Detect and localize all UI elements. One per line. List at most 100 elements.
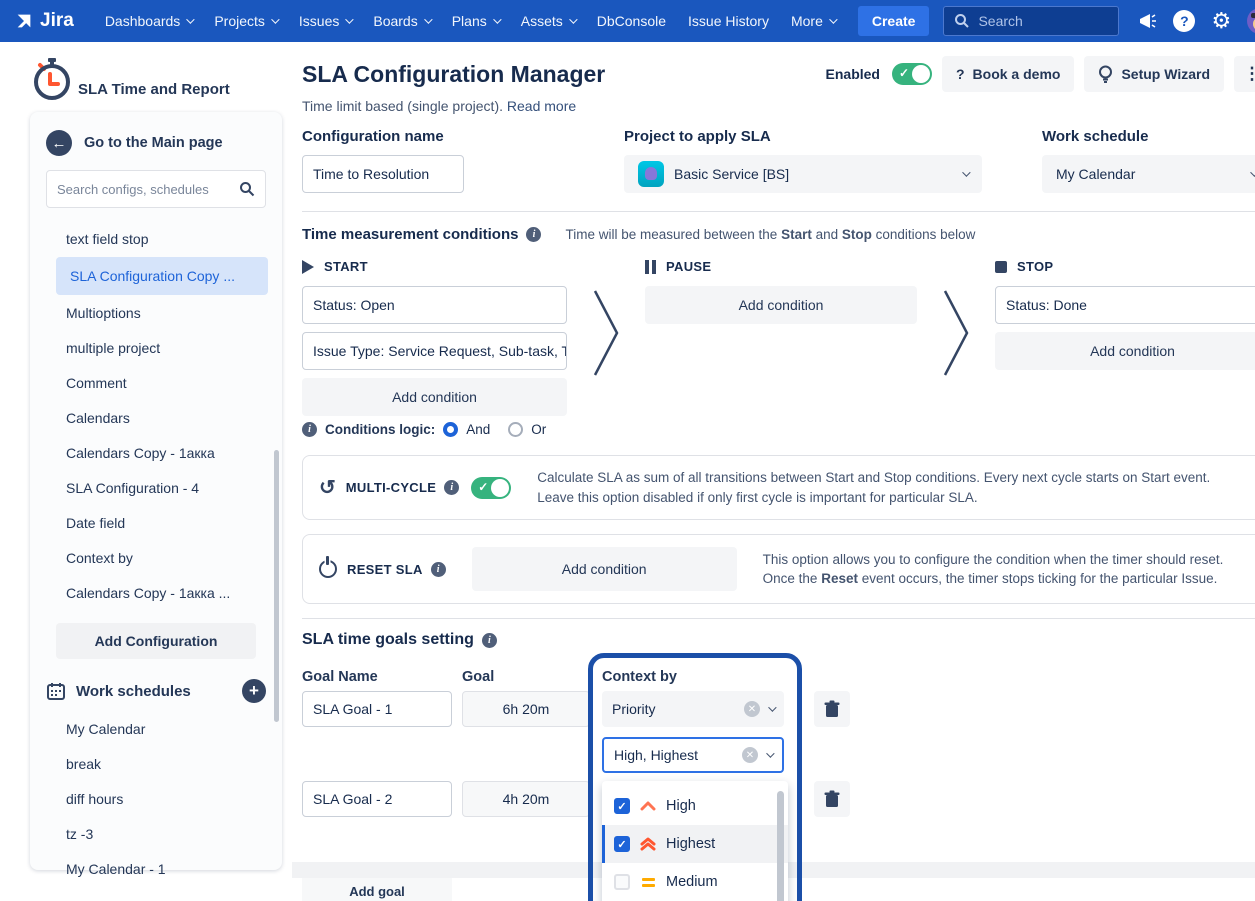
schedule-item[interactable]: tz -3 bbox=[56, 817, 268, 851]
add-goal-button[interactable]: Add goal bbox=[302, 875, 452, 901]
work-schedule-select[interactable]: My Calendar bbox=[1042, 155, 1255, 193]
back-to-main-link[interactable]: ← Go to the Main page bbox=[30, 130, 282, 170]
nav-issue-history[interactable]: Issue History bbox=[679, 7, 778, 35]
config-item[interactable]: Calendars bbox=[56, 401, 268, 435]
chevron-down-icon bbox=[962, 168, 970, 176]
config-item[interactable]: multiple project bbox=[56, 331, 268, 365]
info-icon[interactable]: i bbox=[444, 480, 459, 495]
option-medium[interactable]: Medium bbox=[602, 863, 788, 901]
goal-name-input[interactable] bbox=[302, 781, 452, 817]
divider bbox=[302, 618, 1255, 619]
setup-wizard-button[interactable]: Setup Wizard bbox=[1084, 56, 1224, 92]
checkbox-checked[interactable]: ✓ bbox=[614, 836, 630, 852]
schedule-item[interactable]: break bbox=[56, 747, 268, 781]
config-item[interactable]: Multioptions bbox=[56, 296, 268, 330]
config-item[interactable]: Context by bbox=[56, 541, 268, 575]
nav-more[interactable]: More bbox=[782, 7, 844, 35]
read-more-link[interactable]: Read more bbox=[507, 98, 576, 114]
option-high[interactable]: ✓ High bbox=[602, 787, 788, 825]
settings-gear-icon[interactable]: ⚙ bbox=[1211, 8, 1231, 34]
goals-title: SLA time goals setting bbox=[302, 631, 474, 649]
info-icon[interactable]: i bbox=[431, 562, 446, 577]
global-search[interactable] bbox=[943, 6, 1119, 36]
start-play-icon bbox=[302, 260, 314, 274]
schedule-item[interactable]: diff hours bbox=[56, 782, 268, 816]
create-button[interactable]: Create bbox=[858, 6, 930, 36]
chevron-down-icon bbox=[569, 15, 577, 23]
nav-plans[interactable]: Plans bbox=[443, 7, 508, 35]
top-nav: Jira Dashboards Projects Issues Boards P… bbox=[0, 0, 1255, 42]
flow-chevron-icon bbox=[593, 289, 619, 377]
start-condition[interactable]: Issue Type: Service Request, Sub-task, T… bbox=[302, 332, 567, 370]
config-item[interactable]: Calendars Copy - 1акка ... bbox=[56, 576, 268, 610]
logic-or-radio[interactable] bbox=[508, 422, 523, 437]
checkbox-checked[interactable]: ✓ bbox=[614, 798, 630, 814]
more-actions-button[interactable]: ⋮ bbox=[1234, 56, 1255, 92]
logic-and-label[interactable]: And bbox=[466, 422, 490, 437]
add-configuration-button[interactable]: Add Configuration bbox=[56, 623, 256, 659]
context-field-select[interactable]: Priority ✕ bbox=[602, 691, 784, 727]
help-icon[interactable]: ? bbox=[1173, 10, 1195, 32]
context-values-select[interactable]: High, Highest ✕ bbox=[602, 737, 784, 773]
pause-add-condition-button[interactable]: Add condition bbox=[645, 286, 917, 324]
nav-dashboards[interactable]: Dashboards bbox=[96, 7, 202, 35]
clear-icon[interactable]: ✕ bbox=[742, 747, 758, 763]
reset-add-condition-button[interactable]: Add condition bbox=[472, 547, 737, 591]
sidebar-scrollbar[interactable] bbox=[274, 450, 279, 722]
stop-icon bbox=[995, 261, 1007, 273]
info-icon[interactable]: i bbox=[482, 633, 497, 648]
nav-issues[interactable]: Issues bbox=[290, 7, 360, 35]
goal-value[interactable]: 6h 20m bbox=[462, 691, 590, 727]
option-highest[interactable]: ✓ Highest bbox=[602, 825, 788, 863]
delete-goal-button[interactable] bbox=[814, 691, 850, 727]
configs-search-input[interactable] bbox=[57, 182, 239, 197]
dropdown-scrollbar[interactable] bbox=[777, 791, 784, 901]
config-item-selected[interactable]: SLA Configuration Copy ... bbox=[56, 257, 268, 295]
config-item[interactable]: Date field bbox=[56, 506, 268, 540]
logic-and-radio[interactable] bbox=[443, 422, 458, 437]
goal-name-column-label: Goal Name bbox=[302, 669, 378, 685]
schedule-item[interactable]: My Calendar - 1 bbox=[56, 852, 268, 886]
check-icon: ✓ bbox=[478, 480, 488, 494]
info-icon[interactable]: i bbox=[302, 422, 317, 437]
schedule-item[interactable]: My Calendar bbox=[56, 712, 268, 746]
config-name-input[interactable] bbox=[302, 155, 464, 193]
search-input[interactable] bbox=[978, 13, 1108, 29]
nav-dbconsole[interactable]: DbConsole bbox=[588, 7, 675, 35]
config-item[interactable]: SLA Configuration - 4 bbox=[56, 471, 268, 505]
add-schedule-button[interactable]: + bbox=[242, 679, 266, 703]
project-select[interactable]: Basic Service [BS] bbox=[624, 155, 982, 193]
config-item[interactable]: text field stop bbox=[56, 222, 268, 256]
multi-cycle-label: MULTI-CYCLE bbox=[346, 480, 436, 495]
nav-assets[interactable]: Assets bbox=[512, 7, 584, 35]
clear-icon[interactable]: ✕ bbox=[744, 701, 760, 717]
user-avatar[interactable] bbox=[1247, 8, 1255, 34]
nav-projects[interactable]: Projects bbox=[205, 7, 286, 35]
start-add-condition-button[interactable]: Add condition bbox=[302, 378, 567, 416]
checkbox-unchecked[interactable] bbox=[614, 874, 630, 890]
info-icon[interactable]: i bbox=[526, 227, 541, 242]
multi-cycle-toggle[interactable]: ✓ bbox=[471, 477, 511, 499]
reset-sla-description: This option allows you to configure the … bbox=[763, 550, 1224, 589]
stopwatch-icon bbox=[30, 56, 74, 102]
stop-condition[interactable]: Status: Done bbox=[995, 286, 1255, 324]
flow-chevron-icon bbox=[943, 289, 969, 377]
goal-value[interactable]: 4h 20m bbox=[462, 781, 590, 817]
start-condition[interactable]: Status: Open bbox=[302, 286, 567, 324]
divider bbox=[302, 211, 1255, 212]
configs-search[interactable] bbox=[46, 170, 266, 208]
book-demo-button[interactable]: ? Book a demo bbox=[942, 56, 1074, 92]
announcements-icon[interactable] bbox=[1137, 11, 1157, 31]
logic-or-label[interactable]: Or bbox=[531, 422, 546, 437]
jira-logo[interactable]: Jira bbox=[14, 10, 74, 32]
nav-boards[interactable]: Boards bbox=[364, 7, 438, 35]
config-item[interactable]: Comment bbox=[56, 366, 268, 400]
back-arrow-icon: ← bbox=[46, 130, 72, 156]
delete-goal-button[interactable] bbox=[814, 781, 850, 817]
goal-name-input[interactable] bbox=[302, 691, 452, 727]
enabled-toggle[interactable]: ✓ bbox=[892, 63, 932, 85]
toggle-knob bbox=[912, 65, 930, 83]
stop-add-condition-button[interactable]: Add condition bbox=[995, 332, 1255, 370]
config-item[interactable]: Calendars Copy - 1акка bbox=[56, 436, 268, 470]
back-label: Go to the Main page bbox=[84, 135, 223, 151]
